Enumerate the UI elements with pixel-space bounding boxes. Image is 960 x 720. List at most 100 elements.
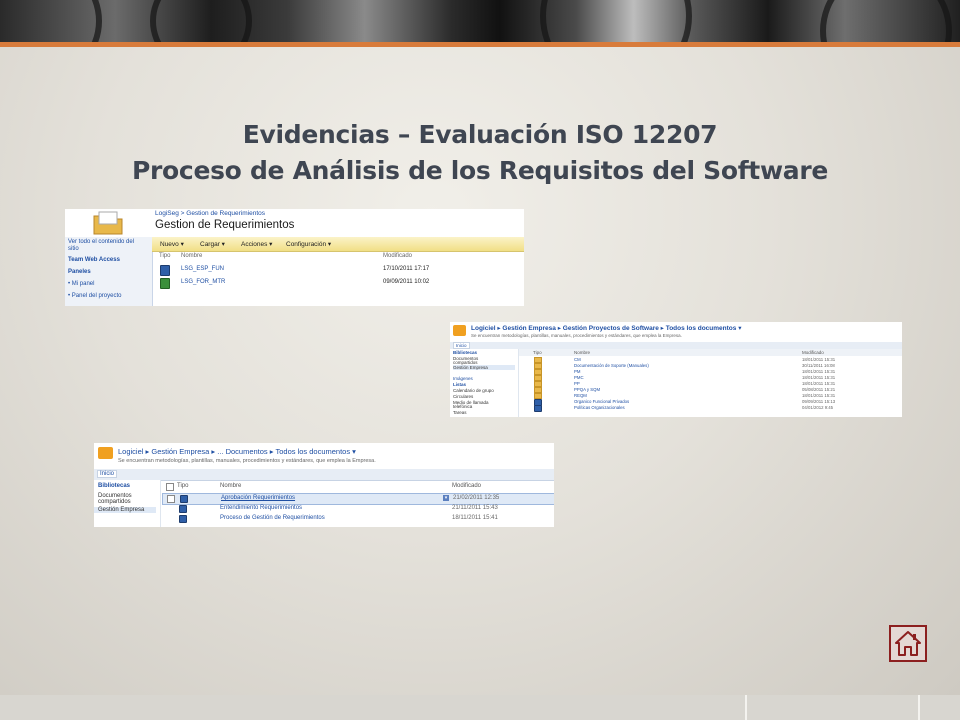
nav-calendario[interactable]: Calendario de grupo [453, 388, 494, 393]
breadcrumb[interactable]: Logiciel ▸ Gestión Empresa ▸ ... Documen… [118, 447, 356, 456]
folder-name[interactable]: PM [574, 369, 580, 374]
list-item[interactable]: Entendimiento Requerimientos 21/11/2011 … [162, 504, 554, 514]
home-icon [895, 631, 921, 656]
folder-name[interactable]: CM [574, 357, 581, 362]
col-modificado[interactable]: Modificado [802, 350, 824, 355]
folder-modified: 18/01/2011 15:31 [802, 369, 836, 374]
nav-gestion-empresa[interactable]: Gestión Empresa [94, 507, 156, 513]
list-item[interactable]: Proceso de Gestión de Requerimientos 18/… [162, 514, 554, 524]
select-all-checkbox[interactable] [166, 483, 174, 491]
list-header: Tipo Nombre Modificado [162, 482, 554, 492]
nav-paneles[interactable]: Paneles [68, 269, 91, 275]
nav-listas[interactable]: Listas [453, 382, 466, 387]
word-doc-icon [534, 405, 542, 412]
quick-launch: Bibliotecas Documentos compartidos Gesti… [450, 349, 519, 417]
nav-bibliotecas[interactable]: Bibliotecas [453, 350, 477, 355]
excel-doc-icon [160, 278, 170, 289]
configuracion-menu[interactable]: Configuración ▾ [286, 240, 331, 248]
file-name[interactable]: Políticas Organizacionales [574, 405, 625, 410]
file-modified: 09/09/2011 10:02 [383, 279, 430, 285]
word-doc-icon [179, 515, 187, 523]
word-doc-icon [180, 495, 188, 503]
file-modified: 21/02/2011 12:35 [453, 495, 500, 501]
col-nombre[interactable]: Nombre [181, 253, 202, 259]
file-modified: 21/11/2011 15:43 [452, 505, 498, 511]
col-tipo[interactable]: Tipo [533, 350, 542, 355]
nav-mi-panel[interactable]: • Mi panel [68, 281, 94, 287]
file-name[interactable]: Organico Funcional Privados [574, 399, 629, 404]
tab-bar: Inicio [94, 469, 554, 481]
col-nombre[interactable]: Nombre [220, 483, 241, 489]
nuevo-menu[interactable]: Nuevo ▾ [160, 240, 184, 248]
page-header: Logiciel ▸ Gestión Empresa ▸ ... Documen… [94, 443, 554, 467]
breadcrumb[interactable]: Logiciel ▸ Gestión Empresa ▸ Gestión Pro… [471, 324, 741, 332]
folder-modified: 18/01/2011 15:31 [802, 393, 836, 398]
nav-documentos-2[interactable]: compartidos [98, 499, 131, 505]
folder-modified: 18/01/2011 15:31 [802, 375, 836, 380]
site-description: Se encuentran metodologías, plantillas, … [471, 333, 682, 338]
file-name[interactable]: Aprobación Requerimientos [221, 495, 295, 501]
file-modified: 04/01/2012 9:45 [802, 405, 834, 410]
nav-gestion-empresa[interactable]: Gestión Empresa [453, 365, 515, 370]
screenshot-gestion-proyectos: Logiciel ▸ Gestión Empresa ▸ Gestión Pro… [450, 322, 902, 417]
page-title: Gestion de Requerimientos [155, 219, 295, 231]
ribbon-toolbar: Nuevo ▾ Cargar ▾ Acciones ▾ Configuració… [152, 237, 524, 252]
row-checkbox[interactable] [167, 495, 175, 503]
col-tipo[interactable]: Tipo [159, 253, 170, 259]
file-modified: 09/09/2011 15:13 [802, 399, 836, 404]
home-button[interactable] [889, 625, 927, 662]
file-name[interactable]: Proceso de Gestión de Requerimientos [220, 515, 325, 521]
nav-bibliotecas[interactable]: Bibliotecas [98, 483, 130, 489]
tab-inicio[interactable]: Inicio [97, 470, 118, 478]
screenshot-documentos-requerimientos: Logiciel ▸ Gestión Empresa ▸ ... Documen… [94, 443, 554, 527]
site-logo-icon [98, 447, 113, 459]
col-modificado[interactable]: Modificado [383, 253, 412, 259]
folder-modified: 30/11/2011 16:08 [802, 363, 835, 368]
file-name[interactable]: Entendimiento Requerimientos [220, 505, 302, 511]
screenshot-gestion-requerimientos: LogiSeg > Gestion de Requerimientos Gest… [65, 209, 524, 306]
nav-view-all-2[interactable]: sitio [68, 246, 79, 252]
quick-launch: Bibliotecas Documentos compartidos Gesti… [94, 480, 161, 527]
folder-modified: 18/01/2011 15:31 [802, 357, 836, 362]
file-name[interactable]: LSG_ESP_FUN [181, 266, 224, 272]
nav-medio-llamada-2[interactable]: telefónica [453, 404, 472, 409]
col-tipo[interactable]: Tipo [177, 483, 188, 489]
nav-imagenes[interactable]: Imágenes [453, 376, 473, 381]
header-banner [0, 0, 960, 42]
file-name[interactable]: LSG_FOR_MTR [181, 279, 225, 285]
list-item[interactable]: LSG_FOR_MTR 09/09/2011 10:02 [153, 278, 524, 290]
page-header: Logiciel ▸ Gestión Empresa ▸ Gestión Pro… [450, 322, 902, 342]
chevron-down-icon[interactable]: ▾ [443, 495, 449, 501]
list-item[interactable]: Políticas Organizacionales 04/01/2012 9:4… [519, 405, 902, 412]
file-modified: 18/11/2011 15:41 [452, 515, 498, 521]
list-header: Tipo Nombre Modificado [153, 253, 524, 263]
list-item[interactable]: LSG_ESP_FUN 17/10/2011 17:17 [153, 265, 524, 277]
col-modificado[interactable]: Modificado [452, 483, 481, 489]
accent-line [0, 42, 960, 47]
folder-modified: 05/08/2011 15:21 [802, 387, 836, 392]
folder-name[interactable]: Documentación de Soporte (Manuales) [574, 363, 649, 368]
site-description: Se encuentran metodologías, plantillas, … [118, 458, 376, 464]
nav-view-all[interactable]: Ver todo el contenido del [68, 239, 134, 245]
nav-tareas[interactable]: Tareas [453, 410, 467, 415]
nav-team-web-access[interactable]: Team Web Access [68, 257, 120, 263]
col-nombre[interactable]: Nombre [574, 350, 590, 355]
cargar-menu[interactable]: Cargar ▾ [200, 240, 225, 248]
list-header: Tipo Nombre Modificado [519, 349, 902, 356]
folder-name[interactable]: PP [574, 381, 580, 386]
word-doc-icon [160, 265, 170, 276]
word-doc-icon [179, 505, 187, 513]
folder-name[interactable]: PPQA y SQM [574, 387, 600, 392]
nav-panel-proyecto[interactable]: • Panel del proyecto [68, 293, 121, 299]
folder-name[interactable]: PMC [574, 375, 584, 380]
quick-launch: Ver todo el contenido del sitio Team Web… [65, 237, 153, 306]
nav-circulares[interactable]: Circulares [453, 394, 473, 399]
file-modified: 17/10/2011 17:17 [383, 266, 430, 272]
folder-modified: 18/01/2011 15:31 [802, 381, 836, 386]
breadcrumb[interactable]: LogiSeg > Gestion de Requerimientos [155, 210, 265, 217]
folder-name[interactable]: REQM [574, 393, 587, 398]
slide-subtitle: Proceso de Análisis de los Requisitos de… [132, 156, 828, 185]
tab-inicio[interactable]: Inicio [453, 342, 470, 349]
slide-title: Evidencias – Evaluación ISO 12207 [242, 120, 718, 149]
acciones-menu[interactable]: Acciones ▾ [241, 240, 272, 248]
